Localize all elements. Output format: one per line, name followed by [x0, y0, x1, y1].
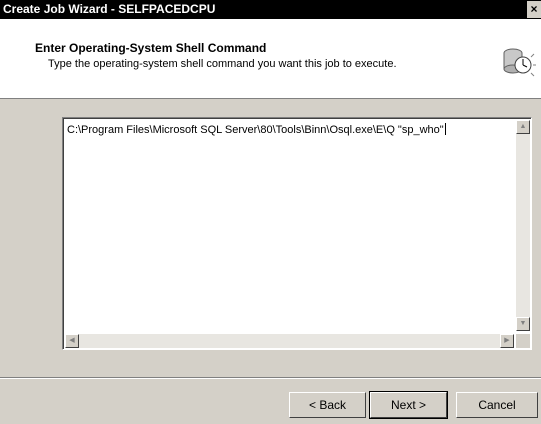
next-button[interactable]: Next > [369, 391, 448, 419]
scroll-right-button[interactable]: ▶ [500, 334, 514, 348]
scroll-down-button[interactable]: ▼ [516, 317, 530, 331]
wizard-header: Enter Operating-System Shell Command Typ… [0, 19, 541, 99]
window-title: Create Job Wizard - SELFPACEDCPU [3, 2, 216, 16]
page-subtitle: Type the operating-system shell command … [48, 58, 397, 70]
close-button[interactable]: × [527, 1, 541, 18]
cancel-button[interactable]: Cancel [456, 392, 538, 418]
job-schedule-icon [503, 48, 536, 77]
scroll-up-button[interactable]: ▲ [516, 120, 530, 134]
footer-divider-highlight [0, 378, 541, 379]
horizontal-scrollbar[interactable]: ◀ ▶ [65, 334, 514, 348]
scrollbar-corner [516, 334, 530, 348]
vertical-scrollbar[interactable]: ▲ ▼ [516, 120, 530, 331]
page-title: Enter Operating-System Shell Command [35, 41, 267, 55]
command-textarea[interactable]: C:\Program Files\Microsoft SQL Server\80… [62, 117, 532, 350]
text-caret [444, 123, 446, 135]
command-value: C:\Program Files\Microsoft SQL Server\80… [67, 124, 444, 136]
back-button[interactable]: < Back [289, 392, 366, 418]
scroll-left-button[interactable]: ◀ [65, 334, 79, 348]
command-text[interactable]: C:\Program Files\Microsoft SQL Server\80… [67, 123, 446, 136]
wizard-window: Create Job Wizard - SELFPACEDCPU × Enter… [0, 0, 541, 424]
title-bar[interactable]: Create Job Wizard - SELFPACEDCPU × [0, 0, 541, 19]
